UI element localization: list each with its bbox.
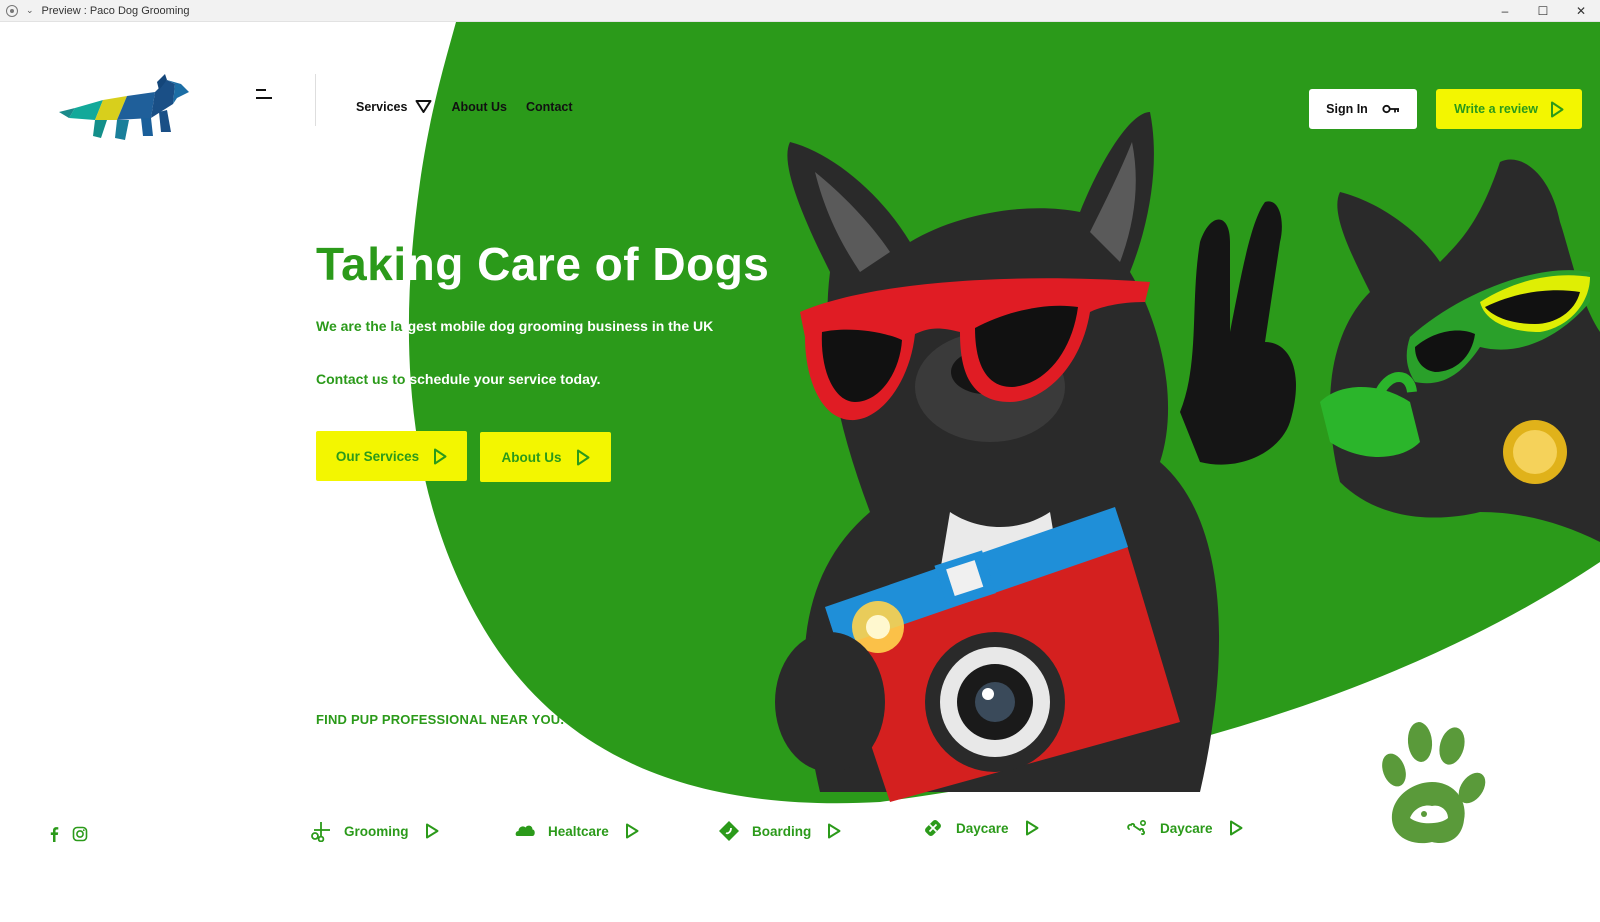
play-outline-icon: [1229, 820, 1243, 836]
chevron-down-icon: [415, 100, 432, 113]
facebook-icon[interactable]: [46, 826, 62, 842]
our-services-button[interactable]: Our Services: [316, 431, 467, 481]
nav-divider: [315, 74, 316, 126]
app-icon: [6, 4, 18, 17]
social-links: [46, 826, 88, 842]
nav-item-about-us[interactable]: About Us: [451, 100, 507, 114]
paw-logo-icon: [1382, 722, 1486, 844]
dog-bone-icon: [1127, 819, 1147, 836]
cloud-icon: [515, 825, 535, 836]
about-us-label: About Us: [501, 449, 562, 465]
boarding-icon: [719, 821, 739, 841]
play-outline-icon: [828, 823, 841, 839]
hero-cta-part: schedule your service today.: [405, 371, 601, 387]
service-healthcare[interactable]: Healtcare: [514, 820, 639, 842]
service-label: Daycare: [956, 820, 1009, 836]
hero-subtitle-part: rgest mobile dog grooming business in th…: [402, 318, 714, 334]
main-nav: Services About Us Contact: [356, 99, 592, 114]
service-label: Healtcare: [548, 823, 609, 839]
hero-dogs-image: [775, 112, 1600, 802]
nav-item-label: Services: [356, 99, 408, 114]
play-outline-icon: [425, 823, 438, 839]
hero-title-part: ng Care of Dogs: [406, 238, 770, 290]
dachshund-logo-icon[interactable]: [55, 74, 195, 146]
hero-cta-text: Contact us to schedule your service toda…: [316, 371, 601, 387]
play-outline-icon: [625, 823, 639, 839]
about-us-button[interactable]: About Us: [480, 432, 611, 482]
menu-toggle-icon[interactable]: [256, 86, 274, 102]
service-daycare-2[interactable]: Daycare: [1126, 817, 1243, 839]
find-professional-text: FIND PUP PROFESSIONAL NEAR YOU.: [316, 712, 565, 727]
window-title: Preview : Paco Dog Grooming: [41, 4, 190, 17]
service-label: Grooming: [344, 823, 409, 839]
bandage-icon: [925, 820, 941, 836]
instagram-icon[interactable]: [72, 826, 88, 842]
service-boarding[interactable]: Boarding: [718, 820, 841, 842]
window-titlebar: ⌄ Preview : Paco Dog Grooming – ☐ ✕: [0, 0, 1600, 22]
nav-item-services[interactable]: Services: [356, 99, 432, 114]
service-grooming[interactable]: Grooming: [310, 820, 439, 842]
hero-cta-part: Contact us to: [316, 371, 406, 387]
service-daycare-1[interactable]: Daycare: [922, 817, 1039, 839]
nav-item-label: Contact: [526, 99, 573, 114]
close-icon[interactable]: ✕: [1562, 0, 1600, 22]
page: Services About Us Contact Sign In Write …: [0, 22, 1600, 922]
minimize-icon[interactable]: –: [1486, 0, 1524, 22]
nav-item-contact[interactable]: Contact: [526, 100, 573, 114]
nav-item-label: About Us: [451, 99, 507, 114]
hero-subtitle-part: We are the la: [316, 318, 403, 334]
scissors-icon: [311, 822, 330, 842]
play-outline-icon: [576, 449, 589, 465]
chevron-down-icon[interactable]: ⌄: [26, 5, 34, 16]
maximize-icon[interactable]: ☐: [1524, 0, 1562, 22]
our-services-label: Our Services: [335, 448, 420, 464]
hero-title: Taking Care of Dogs: [316, 237, 769, 291]
play-outline-icon: [1025, 820, 1039, 836]
play-outline-icon: [434, 448, 447, 464]
service-label: Daycare: [1160, 820, 1213, 836]
hero-title-part: Taki: [316, 238, 407, 290]
service-label: Boarding: [752, 823, 812, 839]
hero-subtitle: We are the largest mobile dog grooming b…: [316, 318, 713, 334]
